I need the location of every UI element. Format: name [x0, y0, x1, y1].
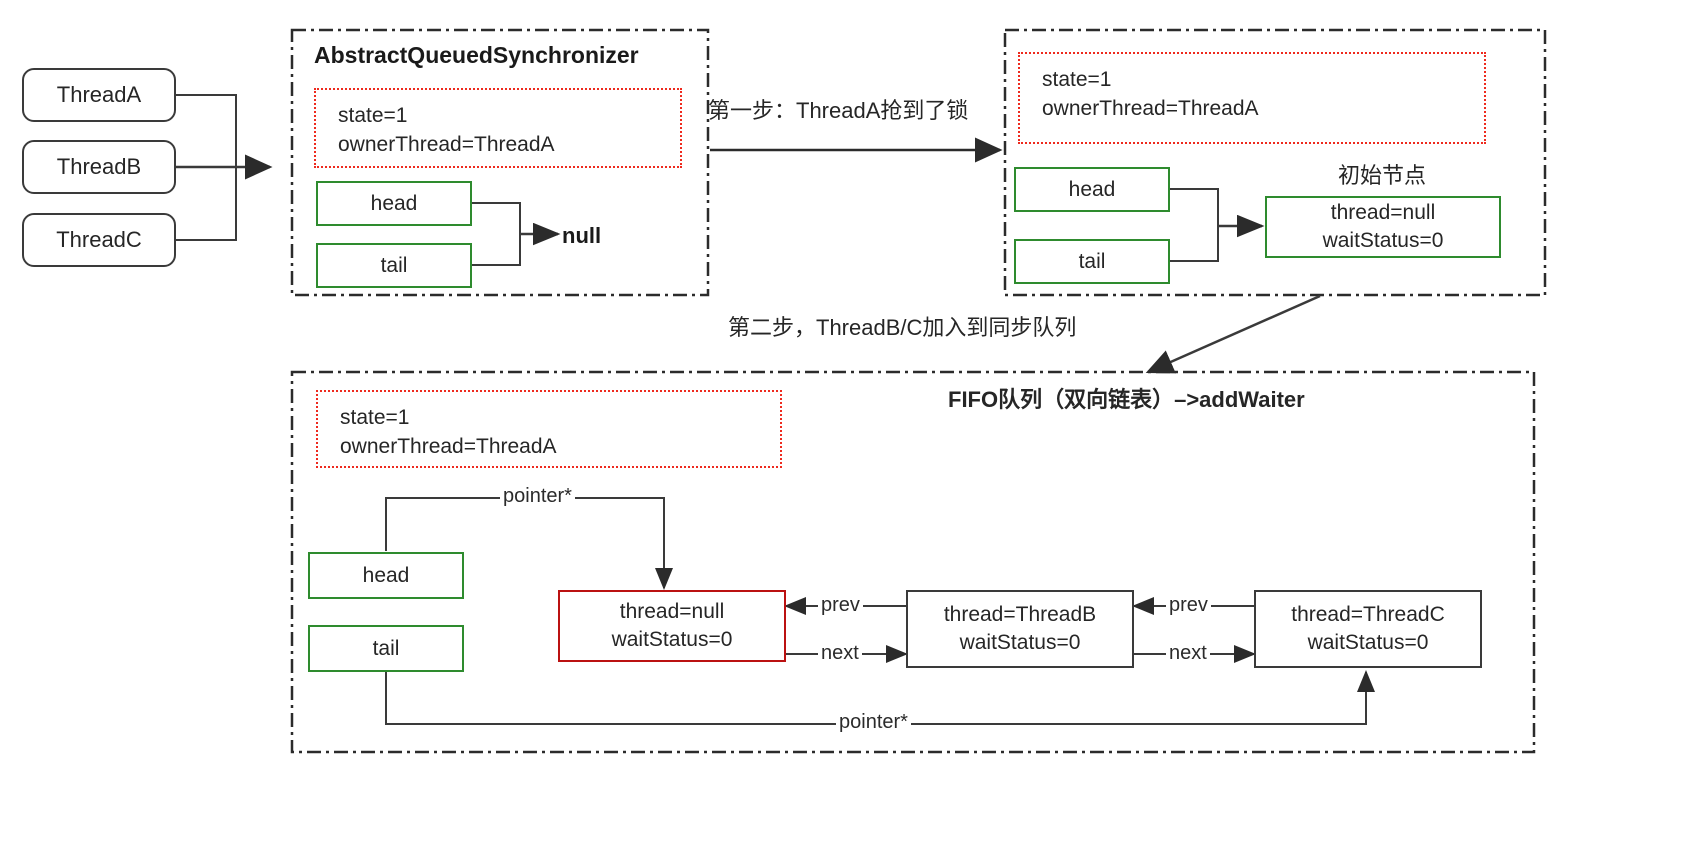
node-line-thread: thread=null	[619, 600, 725, 624]
panel-after-lock-state-box: state=1 ownerThread=ThreadA	[1018, 52, 1486, 144]
node-line-waitstatus: waitStatus=0	[1322, 229, 1444, 252]
thread-merge-bracket	[176, 94, 237, 241]
state-line-owner: ownerThread=ThreadA	[1042, 96, 1259, 120]
state-line-state: state=1	[340, 406, 410, 429]
afterlock-headtail-bracket	[1170, 188, 1219, 262]
node-line-waitstatus: waitStatus=0	[959, 631, 1081, 654]
fifo-caption: FIFO队列（双向链表）–>addWaiter	[948, 387, 1305, 412]
prev-label-1: prev	[818, 594, 863, 617]
queue-node-0: thread=null waitStatus=0	[558, 590, 786, 662]
panel-aqs-title: AbstractQueuedSynchronizer	[314, 42, 639, 68]
node-line-thread: thread=null	[1330, 201, 1436, 225]
next-label-2: next	[1166, 642, 1210, 665]
next-label-1: next	[818, 642, 862, 665]
prev-label-2: prev	[1166, 594, 1211, 617]
aqs-head-label: head	[370, 191, 418, 215]
node-line-thread: thread=ThreadB	[943, 603, 1097, 627]
node-line-waitstatus: waitStatus=0	[611, 628, 733, 651]
node-line-thread: thread=ThreadC	[1291, 603, 1445, 627]
state-line-state: state=1	[338, 104, 408, 127]
aqs-null-label: null	[562, 223, 602, 248]
aqs-headtail-bracket	[472, 202, 521, 266]
thread-pill-c[interactable]: ThreadC	[22, 213, 176, 267]
state-line-owner: ownerThread=ThreadA	[340, 434, 557, 458]
queue-head-label: head	[362, 563, 410, 587]
afterlock-tail-box: tail	[1014, 239, 1170, 284]
afterlock-head-box: head	[1014, 167, 1170, 212]
diagram-canvas: ThreadA ThreadB ThreadC AbstractQueuedSy…	[0, 0, 1702, 852]
aqs-tail-box: tail	[316, 243, 472, 288]
head-pointer-label: pointer*	[500, 485, 575, 508]
tail-pointer-label: pointer*	[836, 711, 911, 734]
queue-node-2: thread=ThreadC waitStatus=0	[1254, 590, 1482, 668]
initial-node-box: thread=null waitStatus=0	[1265, 196, 1501, 258]
panel-queue-state-box: state=1 ownerThread=ThreadA	[316, 390, 782, 468]
queue-tail-label: tail	[372, 636, 400, 660]
queue-tail-box: tail	[308, 625, 464, 672]
queue-head-box: head	[308, 552, 464, 599]
initial-node-caption: 初始节点	[1338, 163, 1427, 188]
thread-pill-label: ThreadB	[56, 154, 142, 179]
node-line-waitstatus: waitStatus=0	[1307, 631, 1429, 654]
afterlock-head-label: head	[1068, 177, 1116, 201]
state-line-owner: ownerThread=ThreadA	[338, 132, 555, 156]
aqs-tail-label: tail	[380, 253, 408, 277]
aqs-head-box: head	[316, 181, 472, 226]
queue-node-1: thread=ThreadB waitStatus=0	[906, 590, 1134, 668]
afterlock-tail-label: tail	[1078, 249, 1106, 273]
step2-label: 第二步，ThreadB/C加入到同步队列	[728, 315, 1077, 340]
panel-aqs-state-box: state=1 ownerThread=ThreadA	[314, 88, 682, 168]
state-line-state: state=1	[1042, 68, 1112, 91]
thread-pill-label: ThreadC	[56, 227, 142, 252]
step1-label: 第一步：ThreadA抢到了锁	[708, 98, 969, 123]
thread-pill-a[interactable]: ThreadA	[22, 68, 176, 122]
thread-pill-label: ThreadA	[56, 82, 142, 107]
thread-pill-b[interactable]: ThreadB	[22, 140, 176, 194]
step2-arrow	[1145, 294, 1321, 374]
